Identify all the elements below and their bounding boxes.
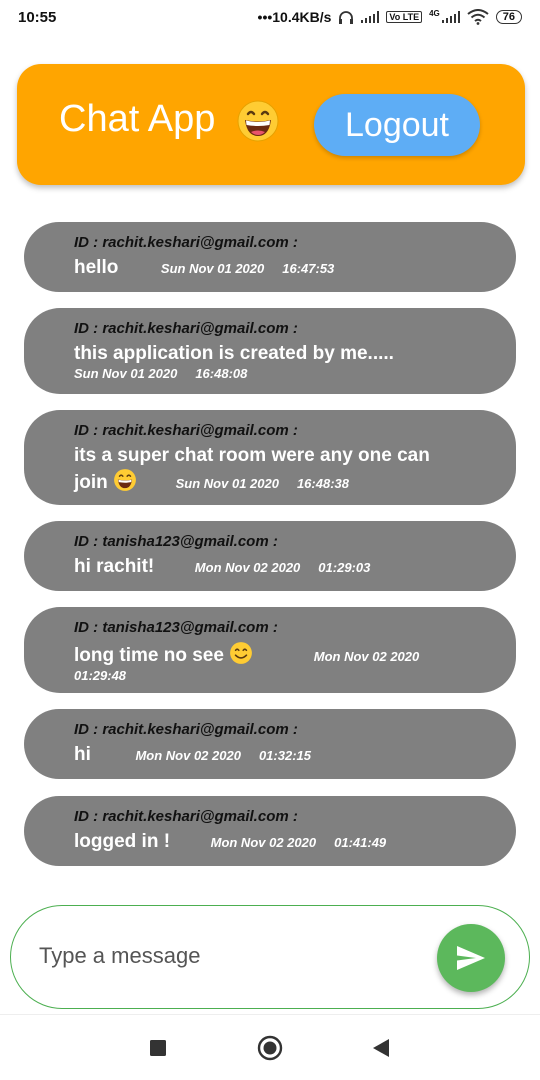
- message-time: 01:29:48: [74, 668, 127, 683]
- message-text: this application is created by me.....: [74, 343, 394, 364]
- message-date: Mon Nov 02 2020: [194, 560, 301, 575]
- network-speed: •••10.4KB/s: [257, 9, 332, 25]
- message-bubble: ID : tanisha123@gmail.com : long time no…: [24, 607, 516, 693]
- message-sender: ID : rachit.keshari@gmail.com :: [74, 422, 298, 439]
- message-sender: ID : rachit.keshari@gmail.com :: [74, 808, 298, 825]
- back-button[interactable]: [368, 1035, 394, 1061]
- home-button[interactable]: [257, 1035, 283, 1061]
- message-bubble: ID : rachit.keshari@gmail.com : hello Su…: [24, 222, 516, 292]
- battery-icon: 76: [495, 10, 522, 24]
- logout-button[interactable]: Logout: [314, 94, 480, 156]
- message-bubble: ID : tanisha123@gmail.com : hi rachit! M…: [24, 521, 516, 591]
- message-bubble: ID : rachit.keshari@gmail.com : this app…: [24, 308, 516, 394]
- message-input[interactable]: [39, 934, 419, 978]
- app-title: Chat App: [59, 98, 216, 140]
- message-text: logged in !: [74, 831, 171, 852]
- wifi-icon: [467, 9, 489, 25]
- grinning-face-icon: [237, 100, 279, 142]
- message-sender: ID : rachit.keshari@gmail.com :: [74, 721, 298, 738]
- message-sender: ID : rachit.keshari@gmail.com :: [74, 320, 298, 337]
- status-time: 10:55: [18, 8, 57, 26]
- status-icons: •••10.4KB/s Vo LTE 4G 76: [258, 9, 522, 25]
- signal-icon-2: [441, 11, 460, 23]
- grinning-face-icon: [114, 469, 136, 491]
- volte-icon: Vo LTE: [386, 11, 423, 23]
- message-content: its a super chat room were any one can j…: [74, 444, 456, 496]
- message-bubble: ID : rachit.keshari@gmail.com : hi Mon N…: [24, 709, 516, 779]
- message-content: hi rachit! Mon Nov 02 2020 01:29:03: [74, 555, 496, 580]
- message-date: Mon Nov 02 2020: [210, 835, 317, 850]
- message-time: 01:41:49: [334, 835, 387, 850]
- message-composer: [10, 905, 530, 1009]
- message-date: Sun Nov 01 2020: [74, 366, 178, 381]
- message-time: 01:32:15: [258, 748, 311, 763]
- message-date: Sun Nov 01 2020: [160, 261, 265, 276]
- message-sender: ID : tanisha123@gmail.com :: [74, 533, 278, 550]
- headphones-icon: [339, 11, 354, 24]
- message-content: hi Mon Nov 02 2020 01:32:15: [74, 743, 496, 768]
- message-sender: ID : rachit.keshari@gmail.com :: [74, 234, 298, 251]
- message-content: logged in ! Mon Nov 02 2020 01:41:49: [74, 830, 496, 855]
- recents-icon: [150, 1040, 166, 1056]
- message-bubble: ID : rachit.keshari@gmail.com : logged i…: [24, 796, 516, 866]
- lte-label: 4G: [429, 9, 440, 18]
- system-nav-bar: [0, 1014, 540, 1080]
- signal-icon-1: [361, 11, 380, 23]
- message-text: hi: [74, 744, 91, 765]
- message-date: Sun Nov 01 2020: [175, 476, 279, 491]
- message-time: 16:47:53: [282, 261, 335, 276]
- message-time: 01:29:03: [318, 560, 371, 575]
- home-icon: [257, 1035, 283, 1061]
- message-text: hello: [74, 257, 119, 278]
- status-bar: 10:55 •••10.4KB/s Vo LTE 4G 76: [0, 0, 540, 34]
- recents-button[interactable]: [145, 1035, 171, 1061]
- back-icon: [373, 1039, 389, 1057]
- message-text: long time no see: [74, 645, 224, 666]
- message-sender: ID : tanisha123@gmail.com :: [74, 619, 278, 636]
- smiling-face-icon: [230, 642, 253, 664]
- message-content: hello Sun Nov 01 2020 16:47:53: [74, 256, 496, 281]
- message-time: 16:48:08: [195, 366, 248, 381]
- message-time: 16:48:38: [296, 476, 349, 491]
- message-date: Mon Nov 02 2020: [313, 649, 420, 664]
- send-button[interactable]: [437, 924, 505, 992]
- message-text: hi rachit!: [74, 556, 155, 577]
- message-bubble: ID : rachit.keshari@gmail.com : its a su…: [24, 410, 516, 505]
- message-content: this application is created by me.....: [74, 342, 496, 366]
- message-content: long time no see Mon Nov 02 2020: [74, 641, 496, 669]
- send-icon: [457, 946, 485, 970]
- message-date: Mon Nov 02 2020: [135, 748, 241, 763]
